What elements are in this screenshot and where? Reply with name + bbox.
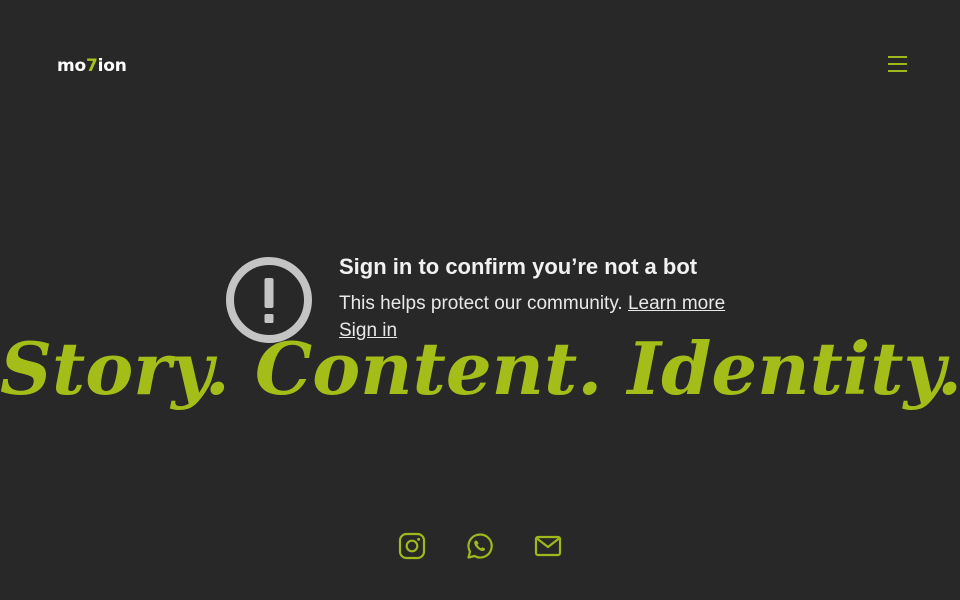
logo-prefix: mo (57, 56, 86, 76)
sign-in-link[interactable]: Sign in (339, 320, 397, 342)
email-icon[interactable] (534, 532, 562, 560)
notice-body: This helps protect our community. Learn … (339, 293, 725, 315)
notice-title: Sign in to confirm you’re not a bot (339, 254, 698, 279)
instagram-icon[interactable] (398, 532, 426, 560)
learn-more-link[interactable]: Learn more (628, 293, 725, 314)
whatsapp-icon[interactable] (466, 532, 494, 560)
hamburger-menu-icon[interactable] (886, 54, 910, 74)
logo[interactable]: mo7ion (57, 56, 127, 76)
hero-tagline: Story. Content. Identity. (0, 326, 960, 411)
warning-icon (226, 257, 312, 343)
logo-suffix: ion (97, 56, 127, 76)
notice-body-text: This helps protect our community. (339, 293, 623, 314)
page: mo7ion Story. Content. Identity. Sign in… (0, 0, 960, 600)
logo-accent: 7 (86, 56, 98, 76)
